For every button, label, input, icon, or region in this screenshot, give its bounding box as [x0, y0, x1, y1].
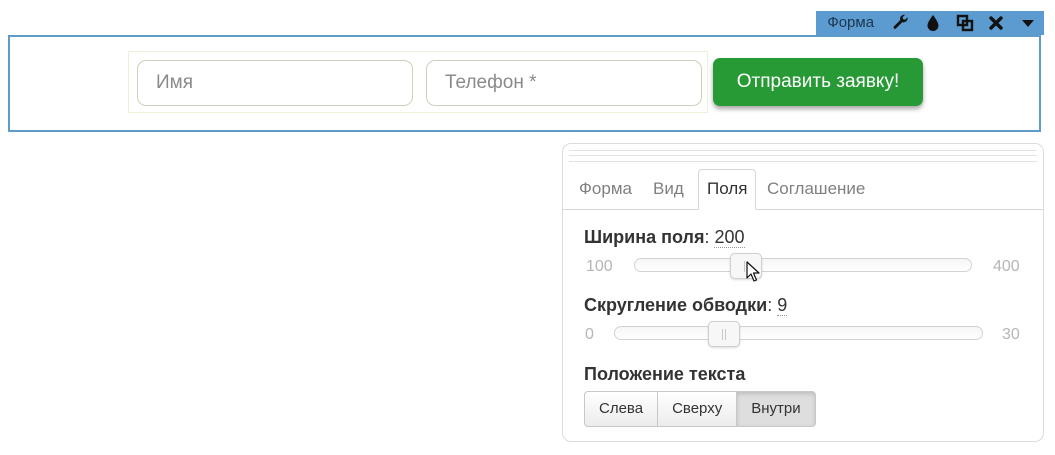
toolbar-title: Форма [827, 14, 875, 31]
border-radius-min: 0 [585, 326, 594, 343]
border-radius-max: 30 [1002, 326, 1020, 343]
mouse-pointer-icon [746, 261, 760, 282]
fields-container: Имя Телефон * [128, 51, 708, 113]
border-radius-slider[interactable] [614, 326, 983, 340]
field-width-value[interactable]: 200 [714, 227, 745, 248]
text-position-title: Положение текста [584, 364, 746, 384]
tab-view[interactable]: Вид [645, 169, 692, 209]
position-inside-button[interactable]: Внутри [736, 391, 816, 427]
settings-tabs: Форма Вид Поля Соглашение [563, 169, 1043, 210]
caret-down-icon[interactable] [1012, 11, 1044, 35]
text-position-buttons: Слева Сверху Внутри [584, 391, 816, 427]
name-input[interactable]: Имя [137, 60, 413, 106]
tab-fields[interactable]: Поля [698, 169, 757, 210]
border-radius-value[interactable]: 9 [777, 295, 788, 316]
submit-button[interactable]: Отправить заявку! [713, 58, 923, 106]
border-radius-title: Скругление обводки [584, 295, 768, 315]
tab-form[interactable]: Форма [571, 169, 640, 209]
close-icon[interactable] [981, 11, 1013, 35]
field-width-max: 400 [993, 258, 1020, 275]
panel-drag-handle[interactable] [569, 150, 1037, 162]
phone-input[interactable]: Телефон * [426, 60, 702, 106]
border-radius-label: Скругление обводки: 9 [584, 295, 788, 316]
field-width-title: Ширина поля [584, 227, 705, 247]
block-toolbar: Форма [816, 11, 1044, 35]
position-left-button[interactable]: Слева [584, 391, 659, 427]
field-width-label: Ширина поля: 200 [584, 227, 745, 248]
droplet-icon[interactable] [917, 11, 949, 35]
border-radius-handle[interactable] [708, 321, 740, 347]
settings-panel: Форма Вид Поля Соглашение Ширина поля: 2… [562, 143, 1044, 442]
form-block: Имя Телефон * Отправить заявку! [8, 35, 1041, 132]
wrench-icon[interactable] [885, 11, 917, 35]
copy-icon[interactable] [949, 11, 981, 35]
position-top-button[interactable]: Сверху [657, 391, 738, 427]
field-width-slider[interactable] [634, 258, 972, 272]
tab-agreement[interactable]: Соглашение [759, 169, 873, 209]
text-position-label: Положение текста [584, 364, 745, 385]
field-width-min: 100 [586, 258, 613, 275]
